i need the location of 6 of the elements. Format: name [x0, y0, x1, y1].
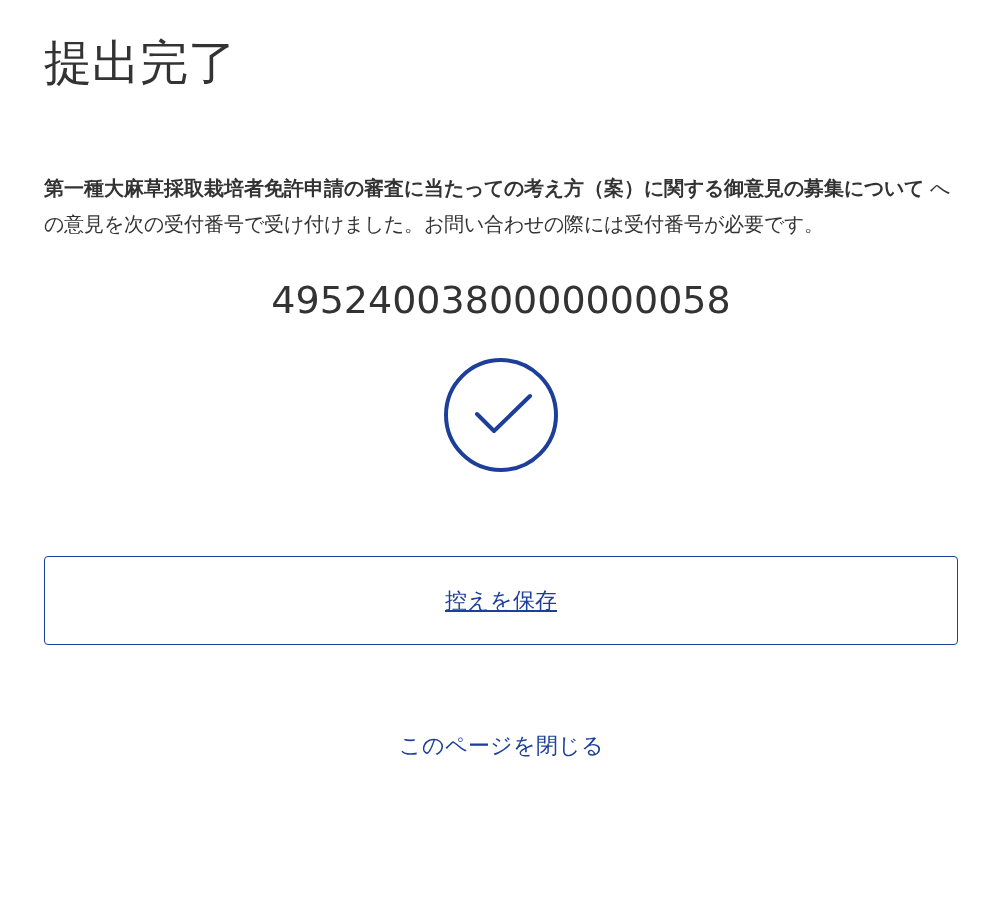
- page-title: 提出完了: [44, 33, 237, 92]
- confirmation-message: 第一種大麻草採取栽培者免許申請の審査に当たっての考え方（案）に関する御意見の募集について への意見を次の受付番号で受け付けました。お問い合わせの際には受付番号が必要です。: [44, 175, 952, 238]
- check-circle-icon: [444, 358, 558, 472]
- save-button[interactable]: 控えを保存: [44, 556, 958, 645]
- close-page-link[interactable]: このページを閉じる: [398, 731, 604, 761]
- receipt-number: 4952400380000000058: [270, 277, 732, 324]
